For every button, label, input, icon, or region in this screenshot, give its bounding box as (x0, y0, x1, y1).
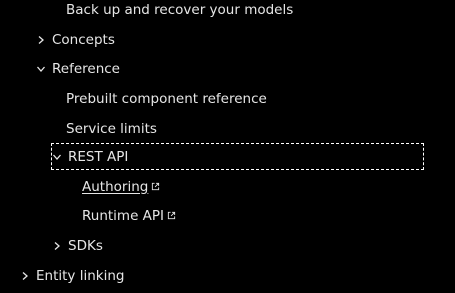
nav-item-label: Reference (52, 60, 120, 77)
nav-item-sdks[interactable]: SDKs (0, 231, 455, 260)
nav-item-label: Back up and recover your models (66, 1, 294, 18)
nav-item-rest-api[interactable]: REST API (0, 142, 455, 171)
nav-item-backup[interactable]: Back up and recover your models (0, 0, 455, 24)
nav-item-label: Prebuilt component reference (66, 90, 267, 107)
external-link-icon (167, 211, 176, 220)
chevron-down-icon[interactable] (50, 150, 64, 164)
nav-item-label: Entity linking (36, 267, 125, 284)
chevron-right-icon[interactable] (18, 269, 32, 283)
chevron-down-icon[interactable] (34, 62, 48, 76)
nav-item-label: Concepts (52, 31, 115, 48)
nav-item-entity-linking[interactable]: Entity linking (0, 261, 455, 290)
nav-link-label[interactable]: Runtime API (82, 208, 164, 224)
nav-link-label[interactable]: Authoring (82, 179, 148, 195)
nav-item-label: REST API (68, 148, 129, 165)
nav-item-reference[interactable]: Reference (0, 54, 455, 83)
nav-item-label: Service limits (66, 120, 157, 137)
nav-item-authoring[interactable]: Authoring (0, 172, 455, 201)
nav-item-runtime-api[interactable]: Runtime API (0, 201, 455, 230)
nav-item-prebuilt-component-reference[interactable]: Prebuilt component reference (0, 84, 455, 113)
nav-item-service-limits[interactable]: Service limits (0, 114, 455, 143)
nav-item-label: SDKs (68, 237, 103, 254)
external-link-icon (151, 182, 160, 191)
chevron-right-icon[interactable] (34, 33, 48, 47)
chevron-right-icon[interactable] (50, 239, 64, 253)
nav-item-concepts[interactable]: Concepts (0, 25, 455, 54)
